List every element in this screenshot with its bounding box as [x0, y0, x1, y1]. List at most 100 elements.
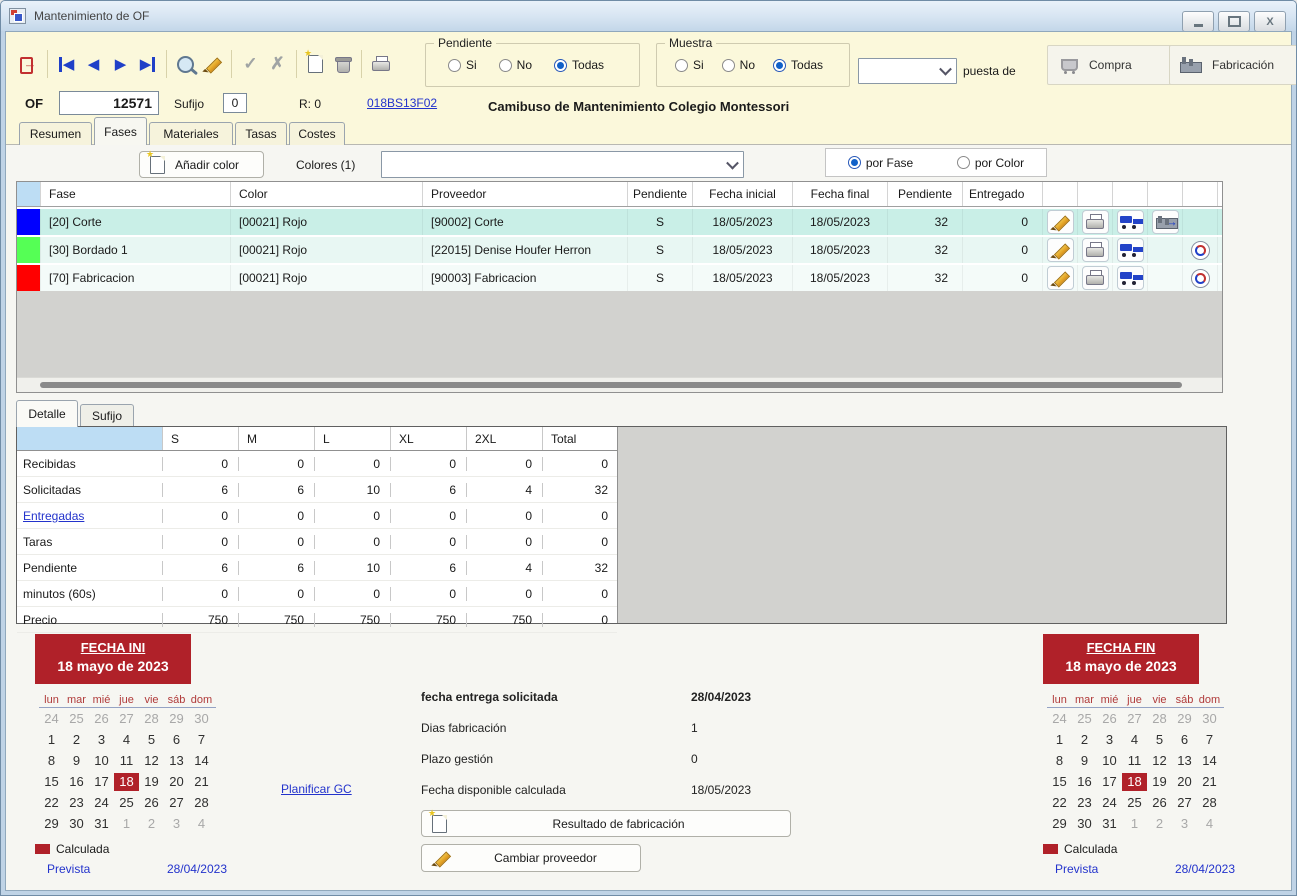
- calendar-day[interactable]: 26: [1097, 710, 1122, 728]
- calendar-day[interactable]: 27: [164, 794, 189, 812]
- calendar-day-selected[interactable]: 18: [1122, 773, 1147, 791]
- delete-button[interactable]: [329, 50, 356, 78]
- calendar-day[interactable]: 2: [139, 815, 164, 833]
- calendar-day[interactable]: 2: [1072, 731, 1097, 749]
- calendar-day[interactable]: 29: [1047, 815, 1072, 833]
- calendar-day[interactable]: 29: [164, 710, 189, 728]
- calendar-day[interactable]: 5: [1147, 731, 1172, 749]
- print-phase-button[interactable]: [1082, 266, 1109, 290]
- of-input[interactable]: 12571: [59, 91, 159, 115]
- calendar-day[interactable]: 24: [39, 710, 64, 728]
- close-button[interactable]: X: [1254, 11, 1286, 32]
- calendar-day[interactable]: 31: [89, 815, 114, 833]
- edit-phase-button[interactable]: [1047, 210, 1074, 234]
- calendar-day[interactable]: 1: [114, 815, 139, 833]
- search-button[interactable]: [172, 50, 199, 78]
- calendar-day[interactable]: 5: [139, 731, 164, 749]
- calendar-day[interactable]: 26: [1147, 794, 1172, 812]
- calendar-day[interactable]: 13: [164, 752, 189, 770]
- calendar-day[interactable]: 8: [39, 752, 64, 770]
- calendar-day[interactable]: 3: [1172, 815, 1197, 833]
- table-row[interactable]: [70] Fabricacion [00021] Rojo [90003] Fa…: [17, 263, 1222, 291]
- calendar-day[interactable]: 23: [1072, 794, 1097, 812]
- calendar-day[interactable]: 11: [1122, 752, 1147, 770]
- calendar-day[interactable]: 29: [1172, 710, 1197, 728]
- planificar-gc-link[interactable]: Planificar GC: [281, 782, 352, 796]
- calendar-day[interactable]: 31: [1097, 815, 1122, 833]
- calendar-day[interactable]: 12: [139, 752, 164, 770]
- add-color-button[interactable]: Añadir color: [139, 151, 264, 178]
- tab-fases[interactable]: Fases: [94, 117, 147, 145]
- calendar-day[interactable]: 10: [89, 752, 114, 770]
- last-record-button[interactable]: ▶: [134, 50, 161, 78]
- calendar-day[interactable]: 14: [189, 752, 214, 770]
- scrollbar-thumb[interactable]: [40, 382, 1182, 388]
- calendar-day[interactable]: 28: [1147, 710, 1172, 728]
- resync-button[interactable]: [1191, 241, 1210, 260]
- fabricacion-button[interactable]: Fabricación: [1169, 45, 1297, 85]
- calendar-day[interactable]: 3: [89, 731, 114, 749]
- calendar-day[interactable]: 27: [1172, 794, 1197, 812]
- calendar-day[interactable]: 2: [64, 731, 89, 749]
- calendar-day[interactable]: 7: [189, 731, 214, 749]
- pendiente-todas-radio[interactable]: Todas: [554, 58, 604, 72]
- calendar-day[interactable]: 4: [114, 731, 139, 749]
- calendar-day[interactable]: 19: [139, 773, 164, 791]
- calendar-day[interactable]: 12: [1147, 752, 1172, 770]
- calendar-day[interactable]: 28: [1197, 794, 1222, 812]
- calendar-day[interactable]: 9: [1072, 752, 1097, 770]
- calendar-day[interactable]: 9: [64, 752, 89, 770]
- calendar-day[interactable]: 1: [39, 731, 64, 749]
- edit-phase-button[interactable]: [1047, 266, 1074, 290]
- calendar-day[interactable]: 3: [164, 815, 189, 833]
- print-phase-button[interactable]: [1082, 210, 1109, 234]
- first-record-button[interactable]: ◀: [53, 50, 80, 78]
- tab-materiales[interactable]: Materiales: [149, 122, 233, 145]
- calendar-day[interactable]: 1: [1122, 815, 1147, 833]
- calendar-day[interactable]: 10: [1097, 752, 1122, 770]
- previous-record-button[interactable]: ◀: [80, 50, 107, 78]
- por-color-radio[interactable]: por Color: [957, 156, 1024, 170]
- calendar-day[interactable]: 11: [114, 752, 139, 770]
- size-row-link[interactable]: Entregadas: [17, 509, 162, 523]
- maximize-button[interactable]: [1218, 11, 1250, 32]
- next-record-button[interactable]: ▶: [107, 50, 134, 78]
- delivery-phase-button[interactable]: [1117, 266, 1144, 290]
- tab-sufijo[interactable]: Sufijo: [80, 404, 134, 427]
- cancel-button[interactable]: ✗: [264, 50, 291, 78]
- calendar-day[interactable]: 7: [1197, 731, 1222, 749]
- calendar-day[interactable]: 27: [114, 710, 139, 728]
- calendar-day[interactable]: 4: [1197, 815, 1222, 833]
- muestra-no-radio[interactable]: No: [722, 58, 755, 72]
- tab-costes[interactable]: Costes: [289, 122, 345, 145]
- calendar-day[interactable]: 22: [1047, 794, 1072, 812]
- calendar-day[interactable]: 14: [1197, 752, 1222, 770]
- calendar-day[interactable]: 1: [1047, 731, 1072, 749]
- calendar-day[interactable]: 30: [64, 815, 89, 833]
- muestra-si-radio[interactable]: Si: [675, 58, 704, 72]
- print-button[interactable]: [367, 50, 394, 78]
- new-record-button[interactable]: [302, 50, 329, 78]
- pendiente-no-radio[interactable]: No: [499, 58, 532, 72]
- table-row[interactable]: [20] Corte [00021] Rojo [90002] Corte S …: [17, 207, 1222, 235]
- calendar-day[interactable]: 16: [64, 773, 89, 791]
- calendar-day[interactable]: 30: [189, 710, 214, 728]
- table-row[interactable]: [30] Bordado 1 [00021] Rojo [22015] Deni…: [17, 235, 1222, 263]
- resync-button[interactable]: [1191, 269, 1210, 288]
- calendar-day[interactable]: 25: [1122, 794, 1147, 812]
- calendar-day[interactable]: 28: [189, 794, 214, 812]
- tab-tasas[interactable]: Tasas: [235, 122, 287, 145]
- calendar-day[interactable]: 24: [1097, 794, 1122, 812]
- calendar-day[interactable]: 19: [1147, 773, 1172, 791]
- calendar-day[interactable]: 28: [139, 710, 164, 728]
- calendar-day[interactable]: 6: [1172, 731, 1197, 749]
- propuesta-combobox[interactable]: [858, 58, 957, 84]
- tab-resumen[interactable]: Resumen: [19, 122, 92, 145]
- calendar-day[interactable]: 30: [1197, 710, 1222, 728]
- column-header-pendiente[interactable]: Pendiente: [627, 182, 692, 206]
- calendar-day[interactable]: 21: [1197, 773, 1222, 791]
- calendar-day-selected[interactable]: 18: [114, 773, 139, 791]
- calendar-day[interactable]: 4: [1122, 731, 1147, 749]
- calendar-day[interactable]: 17: [1097, 773, 1122, 791]
- column-header-fecha-final[interactable]: Fecha final: [792, 182, 887, 206]
